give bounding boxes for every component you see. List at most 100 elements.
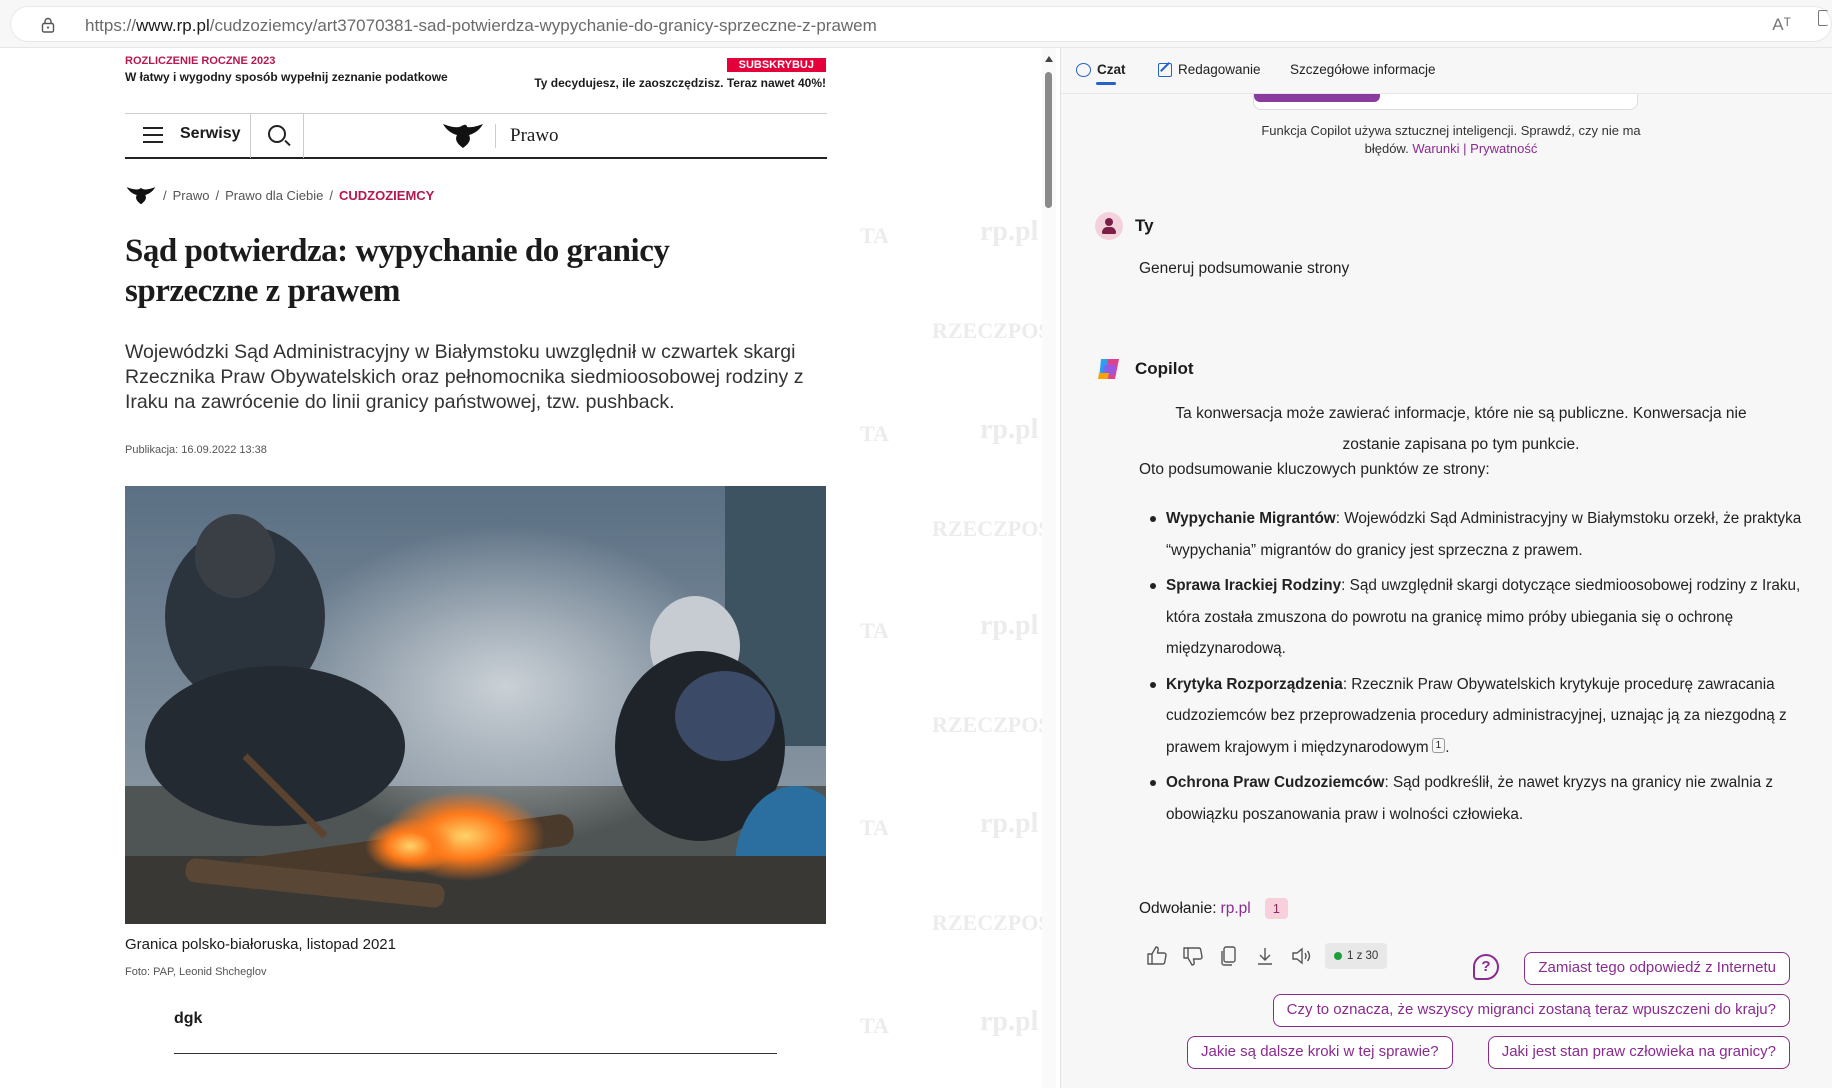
watermark-logo: rp.pl <box>980 1006 1039 1037</box>
summary-intro: Oto podsumowanie kluczowych punktów ze s… <box>1139 461 1490 478</box>
url-path: /cudzoziemcy/art37070381-sad-potwierdza-… <box>209 16 877 35</box>
list-item: Sprawa Irackiej Rodziny: Sąd uwzględnił … <box>1139 570 1809 665</box>
link-separator: | <box>1463 141 1467 156</box>
search-icon[interactable] <box>268 125 286 143</box>
watermark-logo: RZECZPOS <box>932 910 1042 935</box>
url-host: www.rp.pl <box>136 16 210 35</box>
menu-icon[interactable] <box>143 127 163 143</box>
citation-marker[interactable]: 1 <box>1431 737 1446 753</box>
publication-date: Publikacja: 16.09.2022 13:38 <box>125 444 267 456</box>
bullet-title: Sprawa Irackiej Rodziny <box>1166 577 1342 594</box>
status-dot-icon <box>1334 952 1342 960</box>
copilot-name: Copilot <box>1135 359 1194 378</box>
copy-icon[interactable] <box>1217 944 1241 968</box>
eagle-logo-icon[interactable] <box>441 121 485 149</box>
article-photo[interactable] <box>125 486 826 924</box>
breadcrumb-separator: / <box>329 187 334 203</box>
conversation-style-selector[interactable] <box>1253 94 1638 110</box>
article-headline: Sąd potwierdza: wypychanie do granicy sp… <box>125 233 670 309</box>
privacy-notice: Ta konwersacja może zawierać informacje,… <box>1175 405 1747 453</box>
nav-divider <box>303 114 304 158</box>
watermark-logo: TA <box>860 1013 889 1038</box>
edit-icon <box>1158 62 1172 77</box>
speaker-icon[interactable] <box>1289 944 1313 968</box>
suggestion-chip[interactable]: Jakie są dalsze kroki w tej sprawie? <box>1187 1036 1453 1069</box>
watermark-logo: RZECZPOS <box>932 516 1042 541</box>
breadcrumb-separator: / <box>215 187 220 203</box>
watermark-logo: rp.pl <box>980 216 1039 247</box>
thumbs-up-icon[interactable] <box>1145 944 1169 968</box>
breadcrumb: / Prawo / Prawo dla Ciebie / CUDZOZIEMCY <box>125 185 434 205</box>
tab-chat[interactable]: Czat <box>1076 62 1126 85</box>
suggestion-chip[interactable]: Czy to oznacza, że wszyscy migranci zost… <box>1272 994 1790 1027</box>
user-header: Ty <box>1095 212 1154 240</box>
ai-disclaimer: Funkcja Copilot używa sztucznej intelige… <box>1241 122 1661 158</box>
references-label: Odwołanie: <box>1139 899 1217 917</box>
subscribe-badge[interactable]: SUBSKRYBUJ <box>726 58 826 72</box>
photo-illustration <box>125 486 826 924</box>
watermark-logo: rp.pl <box>980 610 1039 641</box>
photo-credit: Foto: PAP, Leonid Shcheglov <box>125 966 267 978</box>
author-divider <box>174 1053 777 1054</box>
tab-label: Szczegółowe informacje <box>1290 62 1436 77</box>
terms-link[interactable]: Warunki <box>1412 141 1459 156</box>
list-item: Wypychanie Migrantów: Wojewódzki Sąd Adm… <box>1139 503 1809 566</box>
lock-icon[interactable] <box>41 17 55 33</box>
scrollbar-thumb[interactable] <box>1045 72 1052 208</box>
privacy-link[interactable]: Prywatność <box>1470 141 1537 156</box>
breadcrumb-item[interactable]: Prawo <box>173 188 210 203</box>
section-name[interactable]: Prawo <box>510 125 559 147</box>
article-author[interactable]: dgk <box>174 1010 202 1028</box>
watermark-logo: RZECZPOS <box>932 712 1042 737</box>
tab-label: Czat <box>1097 62 1126 77</box>
tab-label: Redagowanie <box>1178 62 1261 77</box>
suggestion-chip[interactable]: Zamiast tego odpowiedź z Internetu <box>1524 952 1790 985</box>
thumbs-down-icon[interactable] <box>1181 944 1205 968</box>
suggestion-help-icon[interactable]: ? <box>1473 954 1499 980</box>
download-icon[interactable] <box>1253 944 1277 968</box>
copilot-tabs: Czat Redagowanie Szczegółowe informacje <box>1061 48 1832 94</box>
bullet-title: Ochrona Praw Cudzoziemców <box>1166 774 1385 791</box>
watermark-logo: rp.pl <box>980 808 1039 839</box>
tab-compose[interactable]: Redagowanie <box>1158 62 1261 77</box>
copilot-logo-icon <box>1098 359 1119 379</box>
user-message: Generuj podsumowanie strony <box>1139 260 1350 277</box>
breadcrumb-item[interactable]: Prawo dla Ciebie <box>225 188 323 203</box>
list-item: Krytyka Rozporządzenia: Rzecznik Praw Ob… <box>1139 669 1809 764</box>
page-scrollbar[interactable] <box>1042 48 1056 1088</box>
promo-kicker: ROZLICZENIE ROCZNE 2023 <box>125 55 276 67</box>
article-lead: Wojewódzki Sąd Administracyjny w Białyms… <box>125 341 804 413</box>
turn-counter: 1 z 30 <box>1325 943 1388 969</box>
promo-offer-text: Ty decydujesz, ile zaoszczędzisz. Teraz … <box>534 76 826 90</box>
watermark-logo: RZECZPOS <box>932 318 1042 343</box>
menu-label[interactable]: Serwisy <box>180 125 240 143</box>
turn-counter-text: 1 z 30 <box>1347 950 1379 962</box>
reference-link[interactable]: rp.pl <box>1221 900 1251 918</box>
watermark-logo: rp.pl <box>980 414 1039 445</box>
tab-insights[interactable]: Szczegółowe informacje <box>1290 62 1436 77</box>
nav-divider <box>250 114 251 158</box>
reference-badge[interactable]: 1 <box>1264 898 1288 919</box>
breadcrumb-category[interactable]: CUDZOZIEMCY <box>339 188 434 203</box>
scroll-up-arrow-icon[interactable] <box>1045 56 1053 62</box>
suggestion-chip[interactable]: Jaki jest stan praw człowieka na granicy… <box>1487 1036 1790 1069</box>
copilot-header: Copilot <box>1095 355 1194 383</box>
site-nav: Serwisy Prawo <box>125 113 827 159</box>
tab-actions-icon[interactable] <box>1818 10 1828 26</box>
url-prefix: https:// <box>85 16 137 35</box>
user-avatar <box>1095 212 1123 240</box>
article-page: rp.pl RZECZPOS rp.pl RZECZPOS rp.pl RZEC… <box>0 48 1042 1088</box>
eagle-icon[interactable] <box>125 185 157 205</box>
bullet-tail: . <box>1445 738 1450 756</box>
address-bar[interactable]: https://www.rp.pl/cudzoziemcy/art3707038… <box>10 6 1832 42</box>
url-text[interactable]: https://www.rp.pl/cudzoziemcy/art3707038… <box>85 16 877 36</box>
bullet-title: Wypychanie Migrantów <box>1166 510 1336 527</box>
user-name: Ty <box>1135 216 1154 235</box>
promo-banner-right[interactable]: SUBSKRYBUJ Ty decydujesz, ile zaoszczędz… <box>534 55 826 90</box>
list-item: Ochrona Praw Cudzoziemców: Sąd podkreśli… <box>1139 767 1809 830</box>
copilot-sidebar: Czat Redagowanie Szczegółowe informacje … <box>1060 48 1832 1088</box>
promo-banner-left[interactable]: ROZLICZENIE ROCZNE 2023 W łatwy i wygodn… <box>125 55 448 84</box>
browser-toolbar: https://www.rp.pl/cudzoziemcy/art3707038… <box>0 0 1832 48</box>
read-aloud-icon[interactable]: Aᵀ <box>1772 15 1791 35</box>
watermark-logo: TA <box>860 618 889 643</box>
